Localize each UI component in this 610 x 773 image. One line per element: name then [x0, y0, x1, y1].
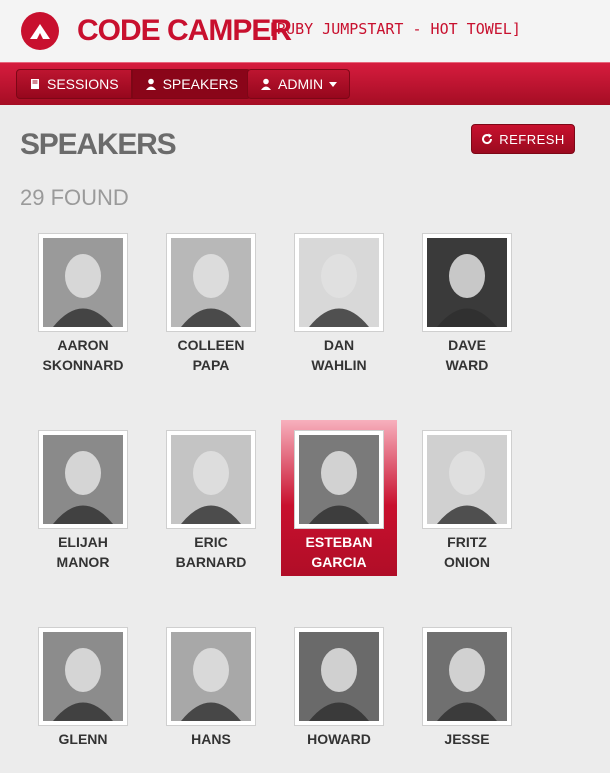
refresh-button[interactable]: REFRESH — [471, 124, 575, 154]
nav-sessions-button[interactable]: SESSIONS — [16, 69, 132, 99]
speaker-photo — [427, 435, 507, 524]
speaker-card[interactable]: JESSE — [409, 617, 525, 773]
speaker-name: ELIJAH MANOR — [25, 532, 141, 572]
speaker-name: COLLEEN PAPA — [153, 335, 269, 375]
speaker-photo — [299, 435, 379, 524]
page-title: SPEAKERS — [20, 128, 177, 161]
speaker-count: 29 FOUND — [20, 185, 129, 210]
speaker-name: GLENN — [25, 729, 141, 749]
speaker-card[interactable]: DAN WAHLIN — [281, 223, 397, 379]
speaker-photo-frame — [38, 430, 128, 529]
user-icon — [145, 78, 156, 90]
speaker-photo — [427, 632, 507, 721]
speaker-name: ERIC BARNARD — [153, 532, 269, 572]
speaker-photo-frame — [166, 627, 256, 726]
refresh-icon — [482, 133, 493, 145]
speaker-card[interactable]: HANS — [153, 617, 269, 773]
speaker-photo — [171, 238, 251, 327]
nav-button-group: SESSIONS SPEAKERS — [16, 69, 252, 99]
book-icon — [31, 79, 39, 89]
speaker-photo — [299, 238, 379, 327]
speaker-first-name: JESSE — [444, 731, 490, 747]
speaker-first-name: COLLEEN — [177, 337, 245, 353]
refresh-label: REFRESH — [499, 131, 565, 147]
speaker-last-name: WARD — [445, 357, 489, 373]
speaker-last-name: PAPA — [192, 357, 230, 373]
speaker-name: FRITZ ONION — [409, 532, 525, 572]
speaker-first-name: ERIC — [194, 534, 228, 550]
speaker-last-name: BARNARD — [175, 554, 247, 570]
nav-admin-dropdown[interactable]: ADMIN — [247, 69, 351, 99]
speaker-last-name: WAHLIN — [311, 357, 367, 373]
speaker-photo-frame — [294, 627, 384, 726]
speaker-first-name: AARON — [57, 337, 109, 353]
speaker-name: HOWARD — [281, 729, 397, 749]
speaker-photo — [427, 238, 507, 327]
user-icon — [261, 78, 271, 90]
nav-speakers-button[interactable]: SPEAKERS — [131, 69, 252, 99]
speaker-photo — [43, 632, 123, 721]
speaker-photo-frame — [166, 233, 256, 332]
speaker-name: HANS — [153, 729, 269, 749]
logo-icon[interactable] — [21, 12, 59, 50]
speaker-name: ESTEBAN GARCIA — [281, 532, 397, 572]
speaker-first-name: HOWARD — [307, 731, 371, 747]
caret-down-icon — [329, 81, 338, 87]
speaker-photo-frame — [166, 430, 256, 529]
speaker-name: DAVE WARD — [409, 335, 525, 375]
speaker-first-name: DAN — [323, 337, 355, 353]
nav-admin-label: ADMIN — [278, 76, 324, 92]
speaker-last-name: ONION — [444, 554, 490, 570]
speaker-photo — [43, 238, 123, 327]
speaker-first-name: ELIJAH — [58, 534, 108, 550]
speaker-photo-frame — [294, 233, 384, 332]
speaker-card[interactable]: AARON SKONNARD — [25, 223, 141, 379]
speaker-card[interactable]: HOWARD — [281, 617, 397, 773]
speaker-last-name: MANOR — [56, 554, 110, 570]
speaker-photo — [43, 435, 123, 524]
speaker-first-name: FRITZ — [447, 534, 487, 550]
speaker-photo — [299, 632, 379, 721]
speaker-photo-frame — [38, 627, 128, 726]
speaker-first-name: GLENN — [58, 731, 108, 747]
speaker-photo-frame — [422, 233, 512, 332]
app-header: CODE CAMPER [RUBY JUMPSTART - HOT TOWEL] — [0, 0, 610, 62]
nav-speakers-label: SPEAKERS — [162, 76, 239, 92]
speaker-card[interactable]: COLLEEN PAPA — [153, 223, 269, 379]
speaker-card[interactable]: FRITZ ONION — [409, 420, 525, 576]
app-tagline: [RUBY JUMPSTART - HOT TOWEL] — [268, 20, 521, 38]
speaker-name: AARON SKONNARD — [25, 335, 141, 375]
speaker-card[interactable]: GLENN — [25, 617, 141, 773]
speaker-last-name: SKONNARD — [42, 357, 124, 373]
speaker-name: DAN WAHLIN — [281, 335, 397, 375]
speaker-photo — [171, 435, 251, 524]
speaker-first-name: DAVE — [448, 337, 486, 353]
speaker-name: JESSE — [409, 729, 525, 749]
navbar: SESSIONS SPEAKERS ADMIN — [0, 62, 610, 105]
speaker-photo-frame — [294, 430, 384, 529]
nav-sessions-label: SESSIONS — [47, 76, 119, 92]
speaker-card[interactable]: ESTEBAN GARCIA — [281, 420, 397, 576]
speaker-card[interactable]: DAVE WARD — [409, 223, 525, 379]
app-brand[interactable]: CODE CAMPER — [77, 14, 292, 48]
speaker-first-name: HANS — [191, 731, 231, 747]
speaker-card[interactable]: ELIJAH MANOR — [25, 420, 141, 576]
speaker-photo-frame — [422, 627, 512, 726]
speaker-photo-frame — [422, 430, 512, 529]
speaker-first-name: ESTEBAN — [305, 534, 373, 550]
speaker-card[interactable]: ERIC BARNARD — [153, 420, 269, 576]
speaker-photo-frame — [38, 233, 128, 332]
speaker-photo — [171, 632, 251, 721]
speaker-last-name: GARCIA — [311, 554, 367, 570]
